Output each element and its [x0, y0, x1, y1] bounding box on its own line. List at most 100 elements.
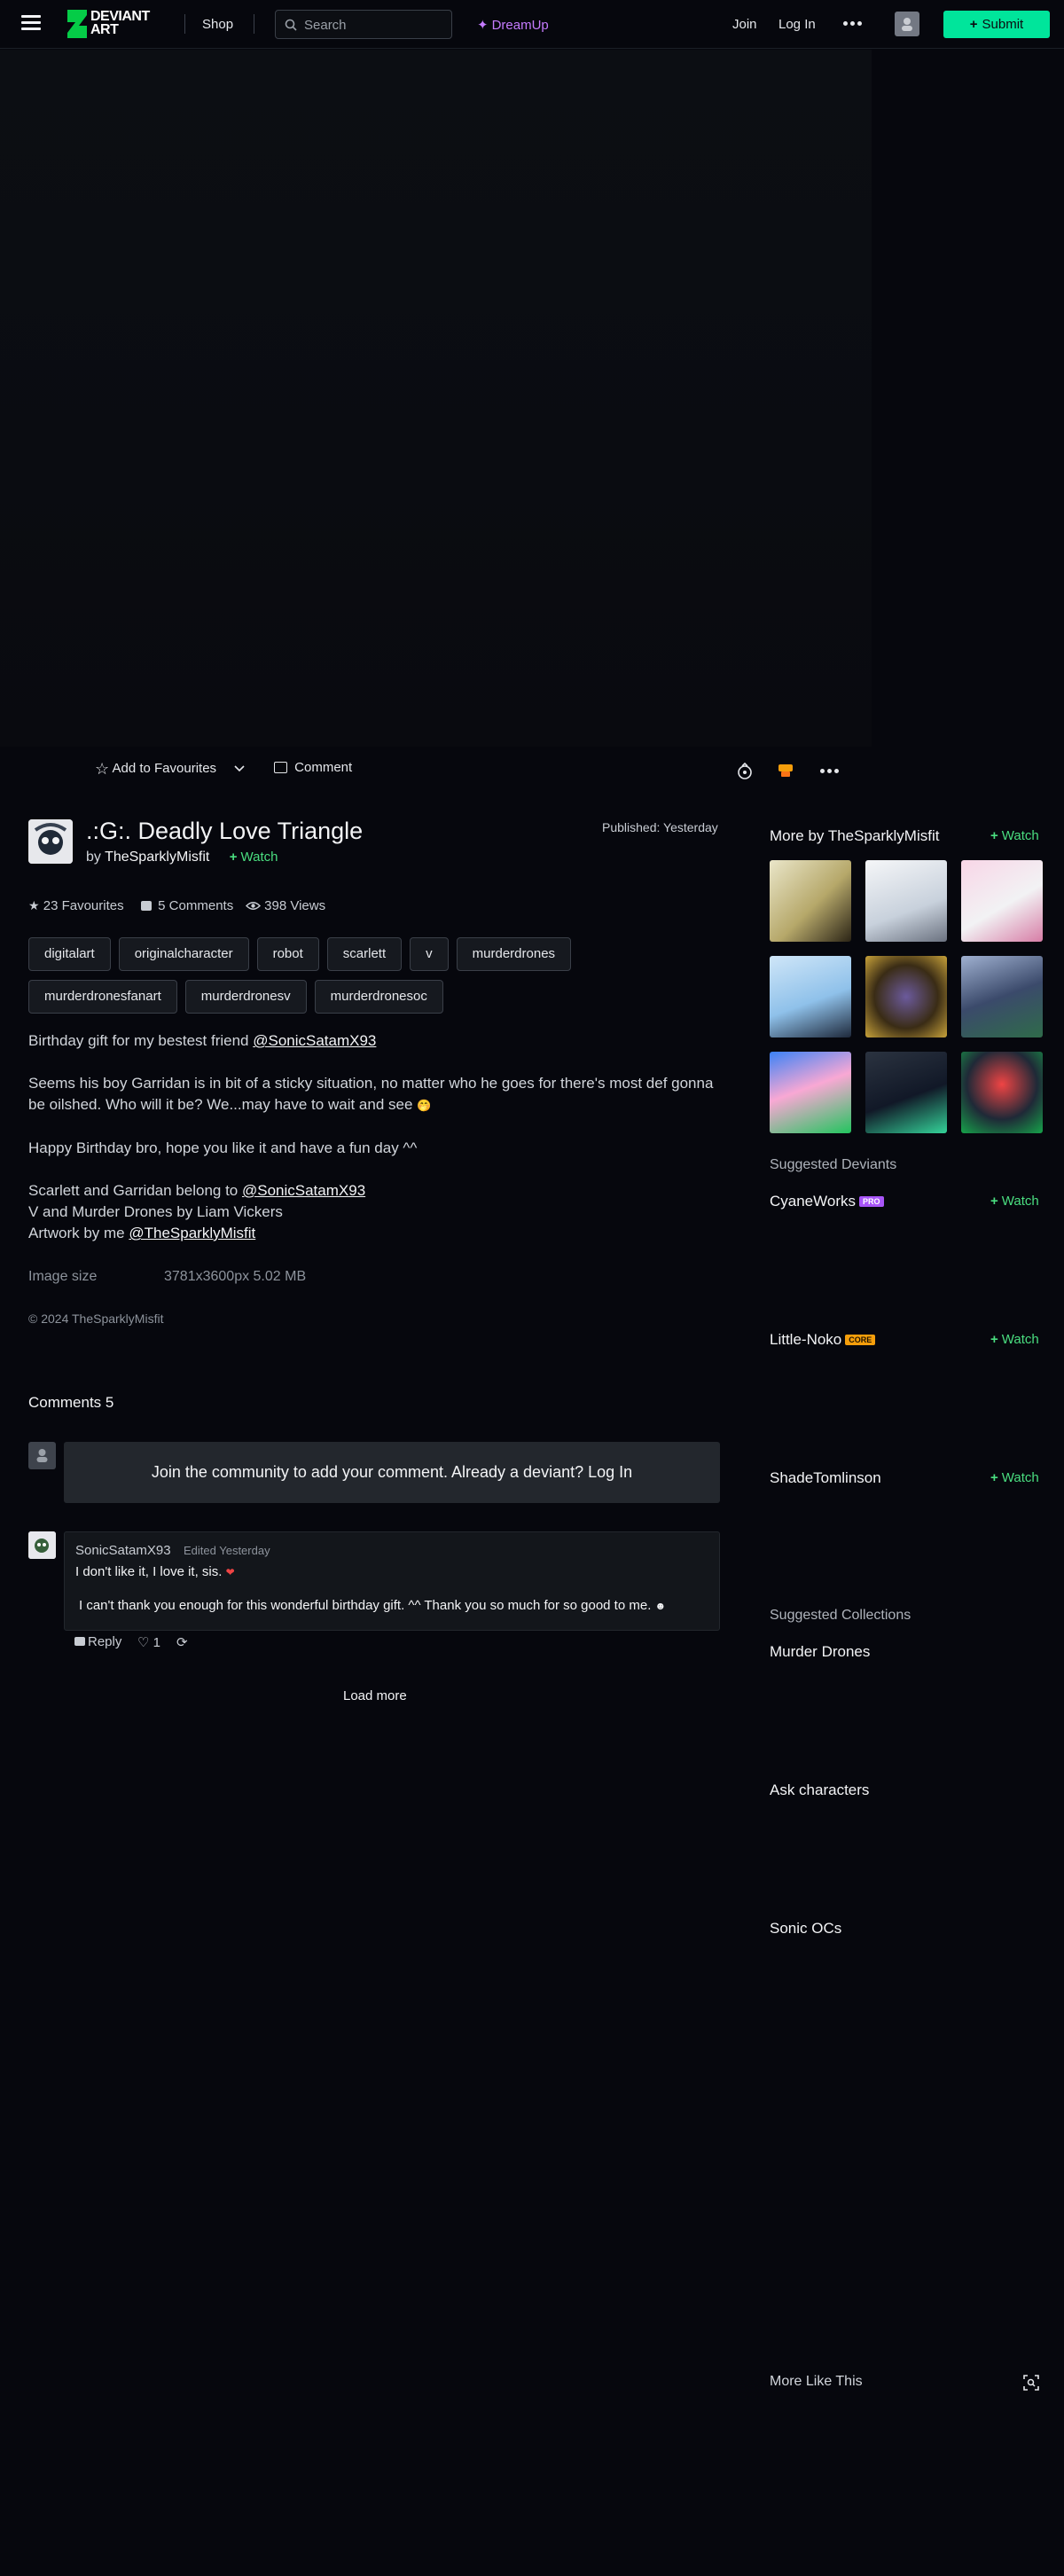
- collection-name[interactable]: Ask characters: [770, 1781, 869, 1799]
- more-options-icon[interactable]: [843, 21, 862, 26]
- watch-deviant-button[interactable]: + Watch: [990, 1470, 1039, 1485]
- shop-link[interactable]: Shop: [202, 17, 233, 32]
- emoji-icon: 🤭: [417, 1099, 432, 1112]
- add-to-favourites-button[interactable]: ☆ Add to Favourites: [95, 760, 216, 779]
- description-text: V and Murder Drones by Liam Vickers: [28, 1203, 283, 1220]
- star-filled-icon: ★: [28, 898, 40, 912]
- watch-deviant-button[interactable]: + Watch: [990, 1332, 1039, 1347]
- tag-item[interactable]: v: [410, 937, 449, 971]
- artwork-thumbnail[interactable]: [961, 860, 1043, 942]
- watch-author-sidebar-button[interactable]: + Watch: [990, 828, 1039, 843]
- artwork-thumbnail[interactable]: [865, 956, 947, 1037]
- dreamup-link[interactable]: ✦ DreamUp: [477, 17, 549, 33]
- description-paragraph: Happy Birthday bro, hope you like it and…: [28, 1139, 418, 1156]
- artwork-thumbnail[interactable]: [961, 1052, 1043, 1133]
- description-paragraph: Scarlett and Garridan belong to @SonicSa…: [28, 1180, 720, 1244]
- suggested-deviant-name[interactable]: ShadeTomlinson: [770, 1469, 881, 1487]
- tag-item[interactable]: murderdronesfanart: [28, 980, 177, 1014]
- suggested-deviant-name[interactable]: CyaneWorks PRO: [770, 1193, 884, 1210]
- copyright-notice: © 2024 TheSparklyMisfit: [28, 1311, 164, 1326]
- join-to-comment-prompt[interactable]: Join the community to add your comment. …: [64, 1442, 720, 1503]
- comment-filled-icon: [141, 901, 152, 911]
- join-link[interactable]: Join: [732, 17, 757, 32]
- comment-timestamp: Edited Yesterday: [184, 1544, 270, 1557]
- comment-text: I can't thank you enough for this wonder…: [79, 1598, 666, 1613]
- star-icon: ☆: [95, 760, 110, 778]
- pro-badge: PRO: [859, 1196, 884, 1207]
- mention-link[interactable]: @SonicSatamX93: [242, 1182, 365, 1199]
- nav-divider: [184, 14, 185, 34]
- tag-item[interactable]: originalcharacter: [118, 937, 249, 971]
- points-icon[interactable]: [777, 763, 794, 779]
- deviation-description: Birthday gift for my bestest friend @Son…: [28, 1030, 720, 1265]
- comments-count[interactable]: 5 Comments: [141, 898, 233, 913]
- mention-link[interactable]: @TheSparklyMisfit: [129, 1225, 255, 1241]
- submit-button[interactable]: + Submit: [943, 11, 1050, 38]
- artwork-thumbnail[interactable]: [865, 1052, 947, 1133]
- tag-list: digitalart originalcharacter robot scarl…: [28, 937, 720, 1014]
- views-count-label: 398 Views: [264, 898, 326, 913]
- more-by-author-heading[interactable]: More by TheSparklyMisfit: [770, 827, 939, 845]
- user-avatar-icon[interactable]: [895, 12, 919, 36]
- description-text: Birthday gift for my bestest friend: [28, 1032, 254, 1049]
- collection-name[interactable]: Sonic OCs: [770, 1920, 841, 1938]
- tag-item[interactable]: digitalart: [28, 937, 111, 971]
- submit-label: Submit: [982, 17, 1024, 32]
- comment-label: Comment: [294, 760, 353, 775]
- published-date: Published: Yesterday: [602, 820, 718, 834]
- mention-link[interactable]: @SonicSatamX93: [253, 1032, 376, 1049]
- deviantart-logo[interactable]: DEVIANT ART: [66, 8, 160, 40]
- search-input[interactable]: [304, 16, 446, 34]
- badge-gift-icon[interactable]: [736, 762, 754, 781]
- commenter-username[interactable]: SonicSatamX93: [75, 1543, 171, 1558]
- login-link[interactable]: Log In: [778, 17, 816, 32]
- tag-item[interactable]: murderdronesv: [184, 980, 307, 1014]
- tag-item[interactable]: murderdrones: [456, 937, 572, 971]
- chevron-down-icon[interactable]: [234, 765, 245, 772]
- logo-text-line1: DEVIANT: [90, 9, 150, 24]
- artwork-thumbnail[interactable]: [770, 1052, 851, 1133]
- artwork-viewer-gutter: [872, 50, 1064, 747]
- plus-icon: +: [990, 1470, 998, 1485]
- description-text: Seems his boy Garridan is in bit of a st…: [28, 1075, 714, 1113]
- watch-author-button[interactable]: + Watch: [230, 850, 278, 865]
- author-name-link[interactable]: TheSparklyMisfit: [105, 850, 209, 865]
- reply-icon: [74, 1637, 85, 1646]
- more-actions-icon[interactable]: [820, 769, 839, 773]
- artwork-thumbnail[interactable]: [961, 956, 1043, 1037]
- tag-item[interactable]: robot: [256, 937, 319, 971]
- artwork-thumbnail[interactable]: [865, 860, 947, 942]
- deviation-title: .:G:. Deadly Love Triangle: [86, 818, 364, 844]
- menu-icon[interactable]: [21, 15, 41, 31]
- artwork-thumbnail[interactable]: [770, 860, 851, 942]
- plus-icon: +: [969, 17, 978, 32]
- author-avatar[interactable]: [28, 819, 73, 864]
- reply-label: Reply: [88, 1634, 122, 1649]
- more-like-this-heading: More Like This: [770, 2374, 863, 2389]
- reply-button[interactable]: Reply: [74, 1634, 121, 1649]
- comment-badge-icon[interactable]: ⟳: [176, 1634, 188, 1650]
- artwork-viewer[interactable]: [0, 50, 872, 747]
- watch-deviant-button[interactable]: + Watch: [990, 1194, 1039, 1209]
- collection-name[interactable]: Murder Drones: [770, 1643, 870, 1661]
- add-to-favourites-label: Add to Favourites: [112, 761, 217, 776]
- comment-text: I don't like it, I love it, sis. ❤: [75, 1564, 235, 1579]
- visual-search-icon[interactable]: [1023, 2375, 1039, 2391]
- load-more-button[interactable]: Load more: [343, 1688, 407, 1703]
- suggested-collections-heading: Suggested Collections: [770, 1608, 911, 1623]
- suggested-deviant-name[interactable]: Little-Noko CORE: [770, 1331, 876, 1349]
- plus-icon: +: [990, 1194, 998, 1209]
- comment-button[interactable]: Comment: [274, 760, 352, 775]
- watch-label: Watch: [1001, 1470, 1039, 1485]
- like-comment-button[interactable]: ♡ 1: [137, 1634, 160, 1650]
- tag-item[interactable]: murderdronesoc: [314, 980, 443, 1014]
- commenter-avatar[interactable]: [28, 1531, 56, 1559]
- tag-item[interactable]: scarlett: [326, 937, 403, 971]
- artwork-thumbnail[interactable]: [770, 956, 851, 1037]
- deviant-name: Little-Noko: [770, 1331, 842, 1348]
- core-badge: CORE: [845, 1335, 876, 1345]
- logo-text-line2: ART: [90, 22, 119, 37]
- comments-count-label: 5 Comments: [158, 898, 234, 913]
- search-box[interactable]: [275, 10, 452, 39]
- plus-icon: +: [990, 828, 998, 843]
